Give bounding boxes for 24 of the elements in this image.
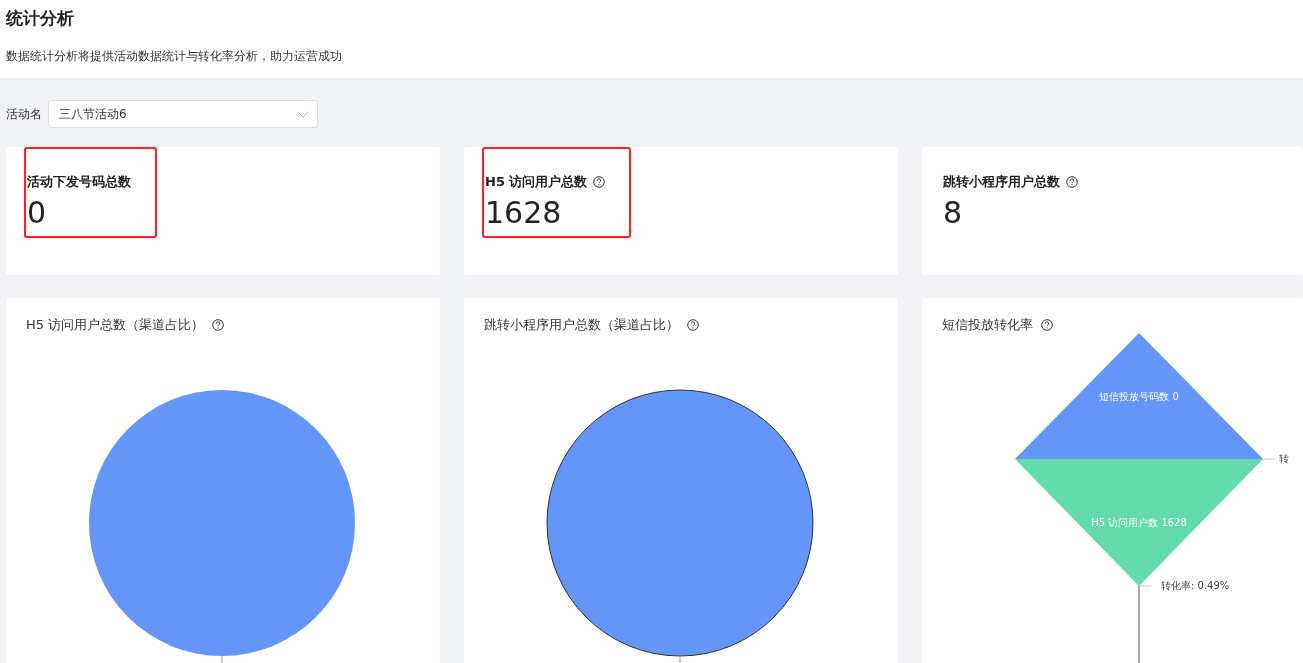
chart-title: 跳转小程序用户总数（渠道占比）	[484, 316, 679, 334]
chart-title: H5 访问用户总数（渠道占比）	[26, 316, 205, 334]
leader-line	[1138, 585, 1152, 587]
help-icon[interactable]	[212, 319, 225, 331]
help-icon[interactable]	[593, 176, 606, 188]
chart-title: 短信投放转化率	[942, 316, 1033, 334]
help-icon[interactable]	[1041, 319, 1053, 331]
activity-select[interactable]: 三八节活动6	[48, 100, 318, 128]
funnel-label: 短信投放号码数 0	[1098, 390, 1180, 404]
filter-label: 活动名	[6, 105, 42, 123]
funnel-label: H5 访问用户数 1628	[1090, 516, 1188, 530]
help-icon[interactable]	[1066, 176, 1078, 188]
chevron-down-icon	[297, 110, 309, 118]
help-icon[interactable]	[687, 319, 699, 331]
conversion-label: 转	[1279, 452, 1289, 466]
stat-title: 跳转小程序用户总数	[943, 173, 1060, 191]
stat-title: H5 访问用户总数	[485, 173, 588, 191]
stat-value: 8	[943, 195, 964, 230]
stat-value: 0	[27, 195, 48, 230]
stat-title: 活动下发号码总数	[27, 173, 131, 191]
conversion-label: 转化率: 0.49%	[1161, 579, 1230, 593]
stat-value: 1628	[485, 195, 563, 230]
page-description: 数据统计分析将提供活动数据统计与转化率分析，助力运营成功	[6, 48, 343, 65]
page-title: 统计分析	[6, 7, 75, 30]
